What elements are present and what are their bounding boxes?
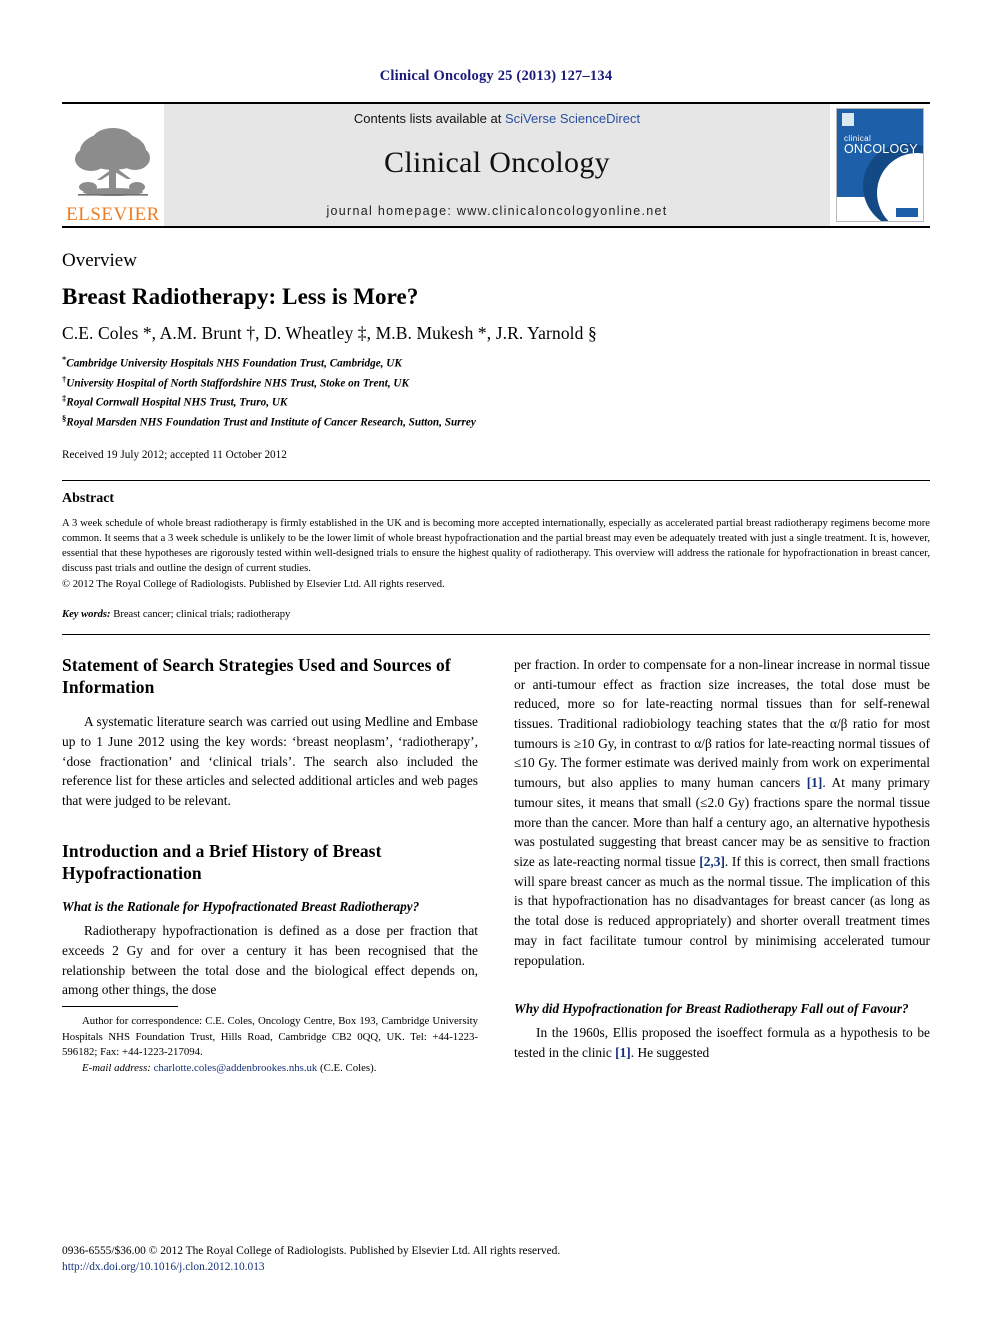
affiliation-text: Cambridge University Hospitals NHS Found…: [66, 357, 402, 370]
citation-link-1[interactable]: [1]: [807, 775, 823, 790]
abstract-text: A 3 week schedule of whole breast radiot…: [62, 517, 930, 574]
subheading-rationale: What is the Rationale for Hypofractionat…: [62, 899, 420, 915]
footnote-rule: [62, 1005, 178, 1007]
keywords-values: Breast cancer; clinical trials; radiothe…: [113, 608, 291, 620]
affiliation-item: †University Hospital of North Staffordsh…: [62, 373, 930, 393]
body-columns: Statement of Search Strategies Used and …: [62, 655, 930, 1077]
article-history: Received 19 July 2012; accepted 11 Octob…: [62, 448, 287, 461]
abstract-copyright: © 2012 The Royal College of Radiologists…: [62, 578, 445, 590]
journal-masthead: ELSEVIER Contents lists available at Sci…: [62, 102, 930, 226]
keywords-label: Key words:: [62, 608, 111, 620]
page-title: Breast Radiotherapy: Less is More?: [62, 283, 419, 309]
cover-title-line2: ONCOLOGY: [844, 142, 918, 157]
article-type: Overview: [62, 250, 137, 271]
affiliation-list: *Cambridge University Hospitals NHS Foun…: [62, 353, 930, 432]
right-column: per fraction. In order to compensate for…: [514, 655, 930, 1077]
paragraph-part-a: per fraction. In order to compensate for…: [514, 656, 930, 791]
footnote-email-label: E-mail address:: [82, 1062, 151, 1075]
elsevier-wordmark: ELSEVIER: [66, 204, 160, 225]
abstract-top-rule: [62, 479, 930, 481]
footnote-correspondence: Author for correspondence: C.E. Coles, O…: [62, 1014, 478, 1059]
elsevier-logo: ELSEVIER: [62, 104, 164, 226]
paragraph-ellis-formula: In the 1960s, Ellis proposed the isoeffe…: [514, 1023, 930, 1062]
cover-publisher-mark-icon: [842, 113, 854, 126]
author-list: C.E. Coles *, A.M. Brunt †, D. Wheatley …: [62, 322, 597, 343]
issn-copyright-line: 0936-6555/$36.00 © 2012 The Royal Colleg…: [62, 1244, 561, 1257]
affiliation-item: §Royal Marsden NHS Foundation Trust and …: [62, 412, 930, 432]
cover-title: clinical ONCOLOGY: [844, 134, 918, 157]
affiliation-item: ‡Royal Cornwall Hospital NHS Trust, Trur…: [62, 392, 930, 412]
affiliation-text: Royal Cornwall Hospital NHS Trust, Truro…: [66, 397, 288, 410]
left-column: Statement of Search Strategies Used and …: [62, 655, 478, 1077]
page-footer: 0936-6555/$36.00 © 2012 The Royal Colleg…: [62, 1243, 930, 1275]
journal-banner: Contents lists available at SciVerse Sci…: [164, 104, 830, 226]
subheading-fall-out-of-favour: Why did Hypofractionation for Breast Rad…: [514, 1001, 909, 1017]
paragraph-part-a: In the 1960s, Ellis proposed the isoeffe…: [514, 1025, 930, 1061]
journal-title: Clinical Oncology: [384, 146, 610, 179]
cover-badge-icon: [896, 208, 918, 217]
footnote-email-line: E-mail address: charlotte.coles@addenbro…: [62, 1061, 478, 1077]
contents-available-line: Contents lists available at SciVerse Sci…: [354, 111, 640, 126]
paragraph-alpha-beta: per fraction. In order to compensate for…: [514, 655, 930, 970]
abstract-heading: Abstract: [62, 490, 115, 506]
journal-homepage: journal homepage: www.clinicaloncologyon…: [326, 204, 668, 218]
citation-link-2[interactable]: [2,3]: [699, 854, 725, 869]
keywords: Key words: Breast cancer; clinical trial…: [62, 609, 930, 620]
contents-prefix: Contents lists available at: [353, 111, 505, 126]
paragraph-search-strategies: A systematic literature search was carri…: [62, 714, 478, 809]
section-heading-search-strategies: Statement of Search Strategies Used and …: [62, 654, 451, 697]
section-heading-introduction: Introduction and a Brief History of Brea…: [62, 840, 382, 883]
affiliation-text: Royal Marsden NHS Foundation Trust and I…: [66, 416, 476, 429]
correspondence-footnote: Author for correspondence: C.E. Coles, O…: [62, 1005, 478, 1077]
sciencedirect-link[interactable]: SciVerse ScienceDirect: [505, 111, 640, 126]
affiliation-text: University Hospital of North Staffordshi…: [66, 377, 409, 390]
affiliation-item: *Cambridge University Hospitals NHS Foun…: [62, 353, 930, 373]
abstract-bottom-rule: [62, 633, 930, 635]
paragraph-part-c: . If this is correct, then small fractio…: [514, 853, 930, 968]
citation-link-3[interactable]: [1]: [615, 1045, 631, 1060]
paper-page: Clinical Oncology 25 (2013) 127–134 ELSE…: [0, 0, 992, 1323]
journal-cover-thumbnail: clinical ONCOLOGY: [830, 104, 930, 226]
paragraph-part-b: . He suggested: [630, 1045, 710, 1061]
paragraph-rationale: Radiotherapy hypofractionation is define…: [62, 923, 478, 998]
footnote-email-link[interactable]: charlotte.coles@addenbrookes.nhs.uk: [154, 1062, 318, 1074]
footnote-email-suffix: (C.E. Coles).: [317, 1062, 377, 1075]
doi-link[interactable]: http://dx.doi.org/10.1016/j.clon.2012.10…: [62, 1261, 265, 1273]
article-header: Overview Breast Radiotherapy: Less is Mo…: [62, 228, 930, 461]
running-head: Clinical Oncology 25 (2013) 127–134: [379, 68, 613, 84]
elsevier-tree-icon: [75, 128, 150, 196]
